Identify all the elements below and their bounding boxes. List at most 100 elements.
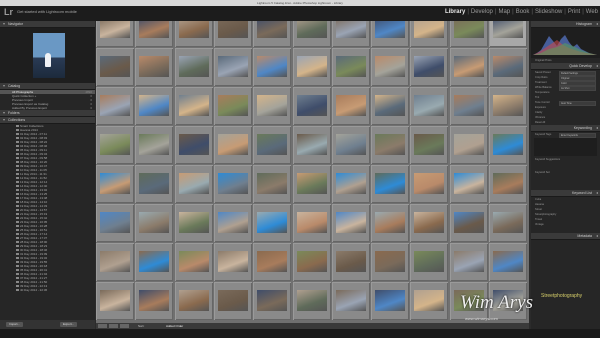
grid-cell[interactable] [489, 126, 527, 164]
photo-thumbnail[interactable] [493, 95, 523, 116]
grid-cell[interactable] [371, 126, 410, 164]
collection-item[interactable]: 40 Day 2014 - 22:36 [0, 288, 95, 292]
photo-thumbnail[interactable] [335, 290, 366, 311]
photo-thumbnail[interactable] [217, 251, 248, 272]
grid-cell[interactable] [410, 282, 449, 320]
photo-thumbnail[interactable] [296, 134, 327, 155]
grid-cell[interactable] [174, 243, 213, 281]
photo-thumbnail[interactable] [414, 212, 445, 233]
library-grid[interactable] [96, 21, 529, 323]
grid-cell[interactable] [213, 48, 252, 86]
grid-cell[interactable] [410, 126, 449, 164]
grid-cell[interactable] [253, 165, 292, 203]
photo-thumbnail[interactable] [178, 95, 209, 116]
grid-cell[interactable] [213, 126, 252, 164]
grid-cell[interactable] [292, 48, 331, 86]
grid-cell[interactable] [489, 21, 527, 47]
photo-thumbnail[interactable] [139, 290, 170, 311]
photo-thumbnail[interactable] [335, 173, 366, 194]
photo-thumbnail[interactable] [375, 212, 406, 233]
grid-cell[interactable] [371, 87, 410, 125]
photo-thumbnail[interactable] [178, 56, 209, 77]
grid-cell[interactable] [135, 165, 174, 203]
grid-cell[interactable] [174, 204, 213, 242]
photo-thumbnail[interactable] [100, 251, 130, 272]
grid-cell[interactable] [371, 204, 410, 242]
photo-thumbnail[interactable] [414, 95, 445, 116]
photo-thumbnail[interactable] [217, 56, 248, 77]
grid-cell[interactable] [489, 165, 527, 203]
photo-thumbnail[interactable] [493, 134, 523, 155]
keyword-item[interactable]: Vintage [531, 222, 600, 227]
grid-cell[interactable] [135, 87, 174, 125]
grid-cell[interactable] [174, 21, 213, 47]
module-web[interactable]: Web [586, 9, 598, 15]
histogram-header[interactable]: Histogram [531, 21, 600, 28]
grid-cell[interactable] [253, 21, 292, 47]
grid-cell[interactable] [135, 126, 174, 164]
grid-cell[interactable] [410, 243, 449, 281]
navigator-preview[interactable] [0, 28, 95, 83]
grid-cell[interactable] [371, 243, 410, 281]
photo-thumbnail[interactable] [414, 173, 445, 194]
photo-thumbnail[interactable] [178, 173, 209, 194]
photo-thumbnail[interactable] [375, 21, 406, 38]
photo-thumbnail[interactable] [296, 173, 327, 194]
grid-cell[interactable] [449, 204, 488, 242]
photo-thumbnail[interactable] [217, 290, 248, 311]
grid-cell[interactable] [449, 48, 488, 86]
grid-cell[interactable] [174, 282, 213, 320]
grid-cell[interactable] [96, 21, 134, 47]
grid-cell[interactable] [253, 204, 292, 242]
navigator-header[interactable]: Navigator [0, 21, 95, 28]
grid-cell[interactable] [253, 87, 292, 125]
photo-thumbnail[interactable] [335, 212, 366, 233]
module-develop[interactable]: Develop [471, 9, 493, 15]
photo-thumbnail[interactable] [257, 251, 288, 272]
photo-thumbnail[interactable] [257, 95, 288, 116]
photo-thumbnail[interactable] [414, 56, 445, 77]
grid-cell[interactable] [213, 282, 252, 320]
photo-thumbnail[interactable] [217, 134, 248, 155]
grid-cell[interactable] [371, 21, 410, 47]
grid-cell[interactable] [174, 87, 213, 125]
photo-thumbnail[interactable] [453, 95, 484, 116]
grid-cell[interactable] [213, 243, 252, 281]
photo-thumbnail[interactable] [139, 21, 170, 38]
identity-plate[interactable]: Get started with Lightroom mobile [17, 9, 77, 14]
grid-cell[interactable] [331, 282, 370, 320]
grid-cell[interactable] [410, 165, 449, 203]
module-book[interactable]: Book [516, 9, 530, 15]
photo-thumbnail[interactable] [217, 21, 248, 38]
module-print[interactable]: Print [568, 9, 580, 15]
grid-cell[interactable] [253, 126, 292, 164]
grid-cell[interactable] [135, 204, 174, 242]
photo-thumbnail[interactable] [178, 290, 209, 311]
grid-cell[interactable] [96, 87, 134, 125]
grid-cell[interactable] [410, 204, 449, 242]
grid-cell[interactable] [371, 48, 410, 86]
photo-thumbnail[interactable] [375, 134, 406, 155]
catalog-header[interactable]: Catalog [0, 83, 95, 90]
metadata-header[interactable]: Metadata [531, 233, 600, 240]
photo-thumbnail[interactable] [375, 251, 406, 272]
folders-header[interactable]: Folders [0, 110, 95, 117]
grid-cell[interactable] [96, 204, 134, 242]
grid-cell[interactable] [489, 48, 527, 86]
photo-thumbnail[interactable] [453, 173, 484, 194]
grid-cell[interactable] [96, 243, 134, 281]
grid-cell[interactable] [96, 165, 134, 203]
grid-cell[interactable] [489, 204, 527, 242]
photo-thumbnail[interactable] [335, 134, 366, 155]
grid-cell[interactable] [253, 243, 292, 281]
grid-cell[interactable] [410, 48, 449, 86]
grid-cell[interactable] [96, 126, 134, 164]
photo-thumbnail[interactable] [296, 212, 327, 233]
grid-cell[interactable] [135, 48, 174, 86]
module-map[interactable]: Map [498, 9, 510, 15]
photo-thumbnail[interactable] [217, 212, 248, 233]
import-button[interactable]: Import... [6, 322, 24, 327]
grid-cell[interactable] [331, 87, 370, 125]
photo-thumbnail[interactable] [257, 134, 288, 155]
grid-cell[interactable] [292, 282, 331, 320]
